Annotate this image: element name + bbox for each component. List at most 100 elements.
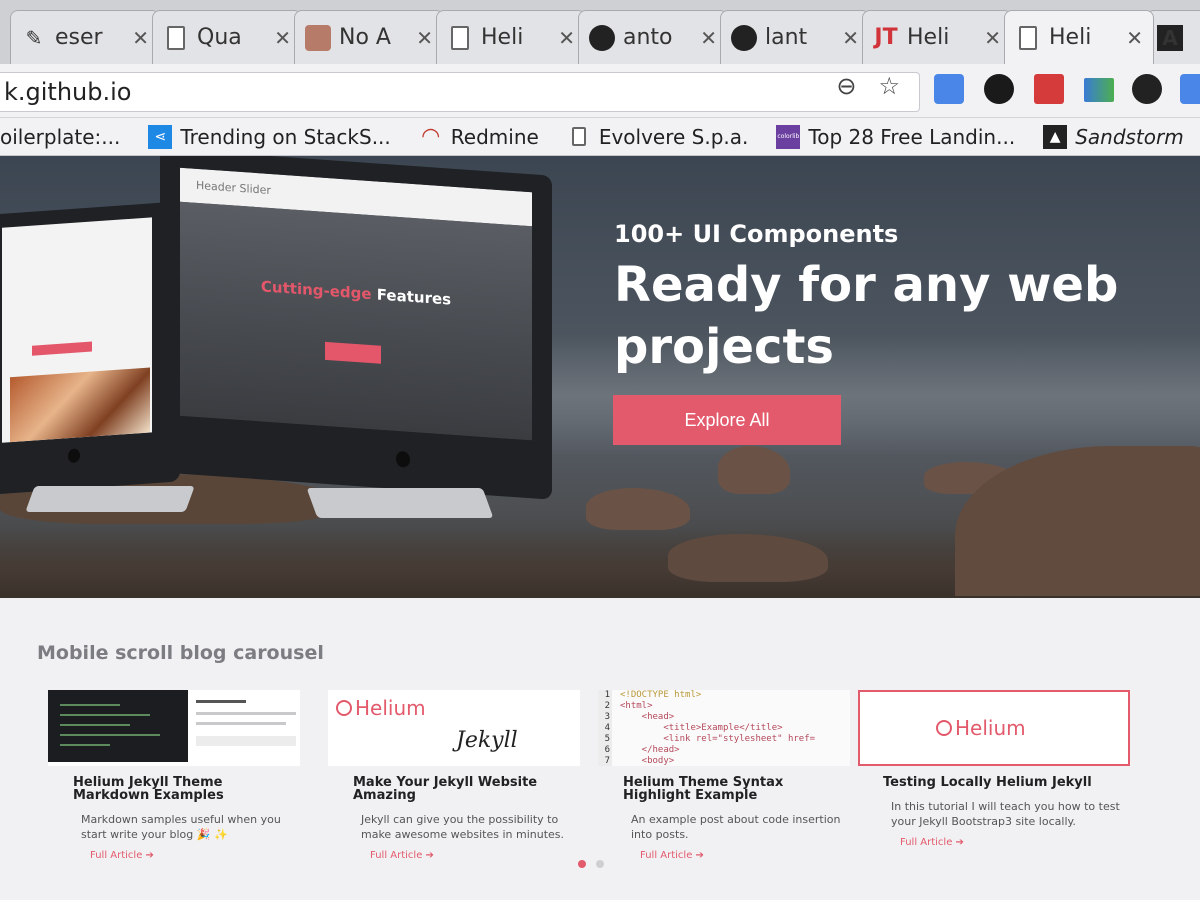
browser-tab[interactable]: Heli ✕ — [436, 10, 586, 64]
card-description: An example post about code insertion int… — [631, 813, 841, 841]
close-tab-icon[interactable]: ✕ — [132, 26, 149, 50]
zoom-icon[interactable]: ⊖ — [836, 72, 856, 100]
browser-toolbar: k.github.io ⊖ ☆ — [0, 64, 1200, 118]
bookmark-label: Evolvere S.p.a. — [598, 124, 749, 149]
hero-subtitle: 100+ UI Components — [614, 220, 899, 248]
tab-title: Heli — [481, 25, 524, 50]
apple-logo-icon — [396, 450, 410, 468]
bookmark-item[interactable]: Evolvere S.p.a. — [567, 124, 749, 149]
extension-icon[interactable] — [984, 74, 1014, 104]
card-title[interactable]: Make Your Jekyll Website Amazing — [353, 776, 580, 802]
card-title[interactable]: Helium Theme Syntax Highlight Example — [623, 776, 850, 802]
carousel-dot[interactable] — [596, 860, 604, 868]
monitor-heading: Cutting-edge Features — [260, 277, 452, 309]
github-icon — [589, 24, 615, 51]
balloon-icon — [936, 720, 952, 736]
browser-tab[interactable]: ✎ eser ✕ — [10, 10, 160, 64]
card-thumbnail: 1234567 <!DOCTYPE html> <html> <head> <ti… — [598, 690, 850, 766]
card-title[interactable]: Helium Jekyll Theme Markdown Examples — [73, 776, 300, 802]
bookmark-label: oilerplate:... — [0, 124, 121, 149]
jekyll-logo: Jekyll — [456, 728, 518, 753]
browser-tab[interactable]: Qua ✕ — [152, 10, 302, 64]
document-icon — [1015, 25, 1041, 51]
balloon-icon — [336, 700, 352, 716]
blog-card[interactable]: 1234567 <!DOCTYPE html> <html> <head> <ti… — [598, 690, 850, 862]
chart-extension-icon[interactable] — [1084, 78, 1114, 102]
blog-card[interactable]: Helium Testing Locally Helium Jekyll In … — [858, 690, 1130, 849]
extension-icon[interactable] — [1034, 74, 1064, 104]
full-article-link[interactable]: Full Article ➔ — [370, 850, 434, 861]
avatar-icon — [305, 24, 331, 51]
rock — [586, 488, 690, 530]
bookmark-item[interactable]: ⋖ Trending on StackS... — [148, 124, 391, 149]
close-tab-icon[interactable]: ✕ — [1126, 26, 1143, 50]
close-tab-icon[interactable]: ✕ — [700, 26, 717, 50]
extension-icon[interactable] — [1132, 74, 1162, 104]
browser-tab[interactable]: A — [1146, 10, 1200, 64]
card-description: In this tutorial I will teach you how to… — [891, 800, 1120, 828]
bookmark-label: Top 28 Free Landin... — [808, 124, 1016, 149]
bookmarks-bar: oilerplate:... ⋖ Trending on StackS... ◠… — [0, 118, 1200, 156]
monitor-stand — [25, 486, 195, 512]
browser-tab[interactable]: anto ✕ — [578, 10, 728, 64]
helium-logo: Helium — [336, 696, 426, 720]
monitor-mockup-right: Header Slider Cutting-edge Features — [160, 156, 552, 500]
full-article-link[interactable]: Full Article ➔ — [640, 850, 704, 861]
bookmark-label: Redmine — [450, 124, 539, 149]
card-thumbnail: Helium Jekyll — [328, 690, 580, 766]
tab-title: Qua — [197, 25, 242, 50]
browser-tab-active[interactable]: Heli ✕ — [1004, 10, 1154, 64]
explore-all-button[interactable]: Explore All — [613, 395, 841, 445]
hero-section: Header Slider Cutting-edge Features 100+… — [0, 156, 1200, 598]
close-tab-icon[interactable]: ✕ — [842, 26, 859, 50]
bookmark-item[interactable]: oilerplate:... — [0, 125, 120, 149]
bookmark-label: Trending on StackS... — [180, 124, 391, 149]
bookmark-item[interactable]: ◠ Redmine — [419, 124, 539, 149]
bookmark-item[interactable]: ▲ Sandstorm — [1043, 124, 1184, 149]
blog-card[interactable]: Helium Jekyll Make Your Jekyll Website A… — [328, 690, 580, 862]
document-icon — [163, 25, 189, 51]
share-icon: ⋖ — [148, 124, 173, 149]
tab-title: Heli — [907, 25, 950, 50]
carousel-dot-active[interactable] — [578, 860, 586, 868]
line-numbers: 1234567 — [598, 690, 612, 766]
browser-tab[interactable]: JT Heli ✕ — [862, 10, 1012, 64]
full-article-link[interactable]: Full Article ➔ — [900, 837, 964, 848]
hero-title: Ready for any web projects — [614, 257, 1119, 375]
jt-icon: JT — [874, 25, 898, 50]
monitor-stand — [306, 488, 494, 518]
card-thumbnail — [48, 690, 300, 766]
photo — [10, 367, 150, 443]
monitor-button — [325, 341, 381, 364]
tab-title: No A — [339, 25, 391, 50]
helium-logo: Helium — [936, 716, 1026, 740]
sandstorm-icon: ▲ — [1043, 124, 1068, 149]
redmine-icon: ◠ — [421, 124, 441, 149]
tab-title: eser — [55, 25, 103, 50]
tab-title: anto — [623, 25, 673, 50]
a-icon: A — [1157, 24, 1183, 51]
browser-tab[interactable]: No A ✕ — [294, 10, 444, 64]
card-title[interactable]: Testing Locally Helium Jekyll — [883, 776, 1130, 789]
document-icon — [447, 25, 473, 51]
star-icon[interactable]: ☆ — [878, 72, 900, 100]
blog-card[interactable]: Helium Jekyll Theme Markdown Examples Ma… — [48, 690, 300, 862]
section-title: Mobile scroll blog carousel — [37, 642, 324, 664]
full-article-link[interactable]: Full Article ➔ — [90, 850, 154, 861]
tab-strip: ✎ eser ✕ Qua ✕ No A ✕ Heli ✕ anto ✕ lant… — [0, 0, 1200, 64]
bookmark-label: Sandstorm — [1075, 124, 1184, 149]
address-bar[interactable]: k.github.io — [0, 72, 920, 112]
github-icon — [731, 24, 757, 51]
extension-icon[interactable] — [1180, 74, 1200, 104]
document-icon — [567, 125, 591, 149]
code-block: <!DOCTYPE html> <html> <head> <title>Exam… — [620, 690, 816, 766]
close-tab-icon[interactable]: ✕ — [558, 26, 575, 50]
colorlib-icon: colorlib — [776, 124, 801, 149]
close-tab-icon[interactable]: ✕ — [274, 26, 291, 50]
close-tab-icon[interactable]: ✕ — [416, 26, 433, 50]
card-thumbnail: Helium — [858, 690, 1130, 766]
bookmark-item[interactable]: colorlib Top 28 Free Landin... — [776, 124, 1016, 149]
close-tab-icon[interactable]: ✕ — [984, 26, 1001, 50]
browser-tab[interactable]: lant ✕ — [720, 10, 870, 64]
translate-extension-icon[interactable] — [934, 74, 964, 104]
